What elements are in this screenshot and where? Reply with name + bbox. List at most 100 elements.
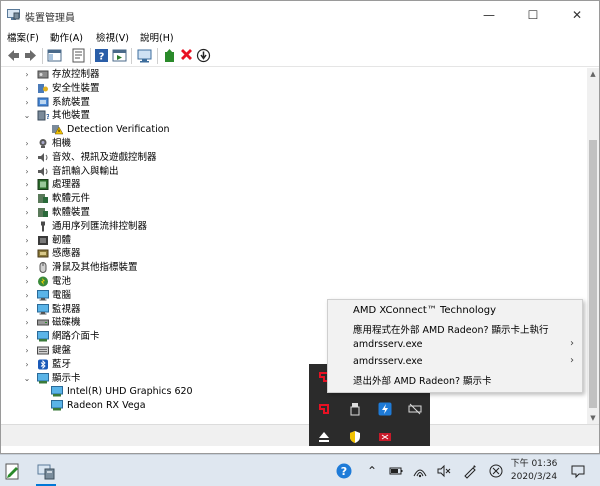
clock-date: 2020/3/24 bbox=[510, 472, 558, 482]
scroll-down-icon[interactable]: ▼ bbox=[587, 412, 599, 424]
chevron-down-icon[interactable]: ⌄ bbox=[23, 111, 31, 120]
tree-row-battery[interactable]: › 電池 bbox=[1, 275, 587, 289]
menu-item-eject-gpu[interactable]: 退出外部 AMD Radeon? 顯示卡 bbox=[328, 371, 582, 388]
tree-row-label: 鍵盤 bbox=[52, 345, 72, 356]
usb-drive-tray-icon[interactable] bbox=[348, 402, 362, 416]
tree-row-sensor[interactable]: › 感應器 bbox=[1, 247, 587, 261]
sensor-icon bbox=[37, 249, 49, 258]
chevron-right-icon[interactable]: › bbox=[23, 208, 31, 217]
tree-row-label: Intel(R) UHD Graphics 620 bbox=[67, 386, 193, 398]
action-center-icon[interactable] bbox=[570, 463, 586, 479]
tree-row-camera[interactable]: › 相機 bbox=[1, 137, 587, 151]
lightning-tray-icon[interactable] bbox=[378, 402, 392, 416]
eject-tray-icon[interactable] bbox=[317, 430, 331, 444]
scrollbar-thumb[interactable] bbox=[589, 140, 597, 408]
close-button[interactable]: ✕ bbox=[555, 1, 599, 29]
tree-row-usb-controller[interactable]: › 通用序列匯流排控制器 bbox=[1, 220, 587, 234]
tree-row-security-device[interactable]: › 安全性裝置 bbox=[1, 82, 587, 96]
chevron-down-icon[interactable]: ⌄ bbox=[23, 374, 31, 383]
wifi-icon[interactable] bbox=[412, 463, 428, 479]
tree-row-firmware[interactable]: › 韌體 bbox=[1, 234, 587, 248]
chevron-right-icon[interactable]: › bbox=[23, 84, 31, 93]
toolbar-separator bbox=[42, 48, 43, 64]
chevron-right-icon[interactable]: › bbox=[23, 263, 31, 272]
notification-blocked-icon[interactable] bbox=[488, 463, 504, 479]
speaker-muted-icon[interactable] bbox=[436, 463, 452, 479]
menu-item-label: 應用程式在外部 AMD Radeon? 顯示卡上執行 bbox=[353, 325, 549, 336]
tree-row-label: 監視器 bbox=[52, 303, 81, 315]
uninstall-device-icon[interactable] bbox=[179, 48, 194, 63]
taskbar-clock[interactable]: 下午 01:36 2020/3/24 bbox=[505, 458, 563, 484]
tree-row-radeon-rx-vega[interactable]: Radeon RX Vega bbox=[1, 399, 587, 413]
title-bar[interactable]: 裝置管理員 — ☐ ✕ bbox=[1, 1, 599, 29]
forward-arrow-icon[interactable] bbox=[23, 48, 38, 63]
chevron-right-icon[interactable]: › bbox=[23, 98, 31, 107]
scan-hardware-icon[interactable] bbox=[137, 48, 152, 63]
chevron-right-icon[interactable]: › bbox=[23, 153, 31, 162]
chevron-right-icon[interactable]: › bbox=[23, 318, 31, 327]
disable-device-icon[interactable] bbox=[196, 48, 211, 63]
chevron-right-icon[interactable]: › bbox=[23, 305, 31, 314]
tree-row-label: 安全性裝置 bbox=[52, 82, 100, 94]
properties-icon[interactable] bbox=[71, 48, 86, 63]
tree-row-label: 顯示卡 bbox=[52, 372, 81, 384]
chevron-right-icon[interactable]: › bbox=[23, 167, 31, 176]
chevron-right-icon[interactable]: › bbox=[23, 139, 31, 148]
maximize-button[interactable]: ☐ bbox=[511, 1, 555, 29]
notepad-taskbar-icon[interactable] bbox=[2, 461, 22, 481]
chevron-right-icon[interactable]: › bbox=[23, 194, 31, 203]
network-disabled-tray-icon[interactable] bbox=[408, 402, 422, 416]
amd-xconnect-tray-icon[interactable] bbox=[317, 402, 331, 416]
help-circle-icon[interactable]: ? bbox=[336, 463, 352, 479]
tree-row-detection-verification[interactable]: Detection Verification bbox=[1, 123, 587, 137]
battery-icon bbox=[38, 276, 48, 287]
menu-view[interactable]: 檢視(V) bbox=[96, 30, 129, 44]
tree-row-label: 音效、視訊及遊戲控制器 bbox=[52, 151, 157, 163]
menu-action[interactable]: 動作(A) bbox=[50, 30, 83, 44]
chevron-right-icon[interactable]: › bbox=[23, 236, 31, 245]
tree-row-audio-io[interactable]: › 音訊輸入與輸出 bbox=[1, 165, 587, 179]
tree-row-processor[interactable]: › 處理器 bbox=[1, 178, 587, 192]
red-app-tray-icon[interactable] bbox=[378, 430, 392, 444]
tree-row-other-devices[interactable]: ⌄ ? 其他裝置 bbox=[1, 109, 587, 123]
tree-row-audio-video-game[interactable]: › 音效、視訊及遊戲控制器 bbox=[1, 151, 587, 165]
pen-workspace-icon[interactable] bbox=[462, 463, 478, 479]
menu-item-amdrsserv-2[interactable]: amdrsserv.exe › bbox=[328, 354, 582, 371]
chevron-right-icon[interactable]: › bbox=[23, 249, 31, 258]
tree-row-label: 相機 bbox=[52, 138, 72, 149]
battery-tray-icon[interactable] bbox=[388, 463, 404, 479]
show-hide-tree-icon[interactable] bbox=[47, 48, 62, 63]
chevron-right-icon[interactable]: › bbox=[23, 70, 31, 79]
tree-row-storage-controller[interactable]: › 存放控制器 bbox=[1, 68, 587, 82]
menu-item-amdrsserv-1[interactable]: amdrsserv.exe › bbox=[328, 337, 582, 354]
security-shield-tray-icon[interactable] bbox=[348, 430, 362, 444]
audio-icon bbox=[38, 152, 48, 162]
tree-row-label: 滑鼠及其他指標裝置 bbox=[52, 262, 138, 274]
help-icon[interactable]: ? bbox=[94, 48, 109, 63]
menu-file[interactable]: 檔案(F) bbox=[7, 30, 39, 44]
vertical-scrollbar[interactable]: ▲ ▼ bbox=[587, 68, 599, 424]
tree-row-software-device[interactable]: › 軟體裝置 bbox=[1, 206, 587, 220]
chevron-up-icon[interactable]: ⌃ bbox=[364, 463, 380, 479]
chevron-right-icon[interactable]: › bbox=[23, 277, 31, 286]
chevron-right-icon[interactable]: › bbox=[23, 346, 31, 355]
update-driver-icon[interactable] bbox=[162, 48, 177, 63]
minimize-button[interactable]: — bbox=[467, 1, 511, 29]
device-manager-taskbar-icon[interactable] bbox=[36, 461, 56, 481]
security-device-icon bbox=[38, 83, 48, 93]
scroll-up-icon[interactable]: ▲ bbox=[587, 68, 599, 80]
action-pane-icon[interactable] bbox=[112, 48, 127, 63]
tree-row-software-component[interactable]: › 軟體元件 bbox=[1, 192, 587, 206]
back-arrow-icon[interactable] bbox=[6, 48, 21, 63]
tree-row-system-device[interactable]: › 系統裝置 bbox=[1, 96, 587, 110]
chevron-right-icon[interactable]: › bbox=[23, 360, 31, 369]
chevron-right-icon[interactable]: › bbox=[23, 222, 31, 231]
menu-help[interactable]: 說明(H) bbox=[140, 30, 174, 44]
chevron-right-icon[interactable]: › bbox=[23, 291, 31, 300]
chevron-right-icon[interactable]: › bbox=[23, 180, 31, 189]
tree-row-label: 通用序列匯流排控制器 bbox=[52, 220, 148, 232]
context-menu-title-label: AMD XConnect™ Technology bbox=[353, 305, 497, 316]
tree-row-mouse[interactable]: › 滑鼠及其他指標裝置 bbox=[1, 261, 587, 275]
chevron-right-icon[interactable]: › bbox=[23, 332, 31, 341]
menu-item-running-apps[interactable]: 應用程式在外部 AMD Radeon? 顯示卡上執行 bbox=[328, 320, 582, 337]
